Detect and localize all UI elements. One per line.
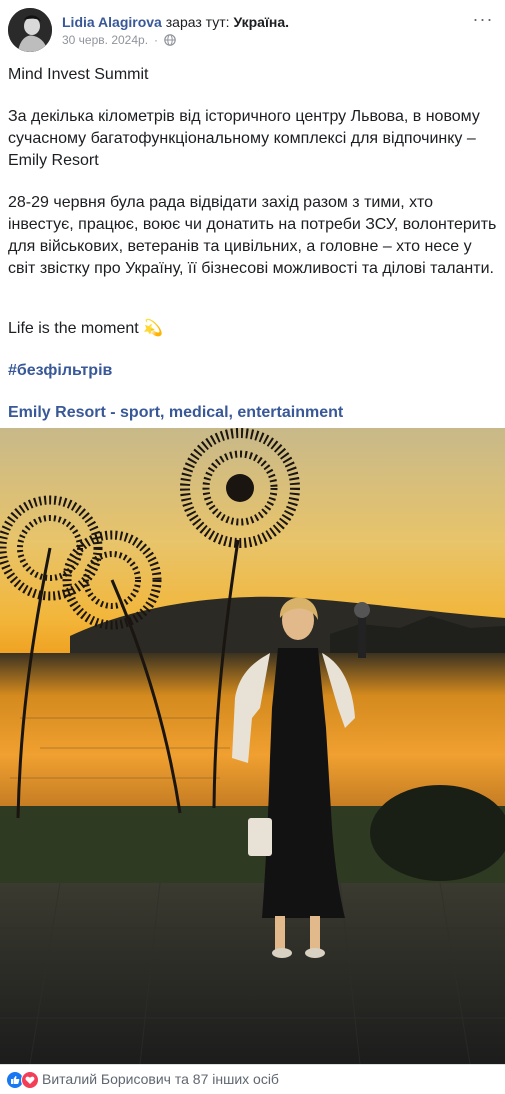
author-avatar[interactable] [8, 8, 52, 52]
sunset-photo [0, 428, 505, 1064]
is-at-text: зараз тут: [165, 14, 230, 30]
post-paragraph-intro: За декілька кілометрів від історичного ц… [8, 108, 480, 169]
post-photo[interactable] [0, 428, 505, 1064]
dizzy-emoji: 💫 [143, 320, 164, 337]
location-link[interactable]: Україна. [233, 14, 289, 30]
author-line: Lidia Alagirova зараз тут: Україна. [62, 13, 289, 31]
more-options-icon[interactable]: ··· [471, 10, 495, 32]
post-paragraph-title: Mind Invest Summit [8, 66, 149, 83]
hashtag-link[interactable]: #безфільтрів [8, 362, 112, 379]
page-link[interactable]: Emily Resort - sport, medical, entertain… [8, 404, 343, 421]
reactors-text[interactable]: Виталий Борисович та 87 інших осіб [42, 1070, 279, 1088]
page-link-line: Emily Resort - sport, medical, entertain… [8, 402, 343, 424]
thumbs-up-glyph [11, 1076, 20, 1084]
globe-icon [164, 34, 176, 46]
hashtag-line: #безфільтрів [8, 360, 112, 382]
post-paragraph-event: 28-29 червня була рада відвідати захід р… [8, 194, 497, 277]
reaction-icons[interactable] [6, 1071, 39, 1089]
life-text: Life is the moment [8, 320, 139, 337]
heart-glyph [25, 1076, 35, 1084]
meta-separator: · [154, 33, 159, 47]
post-paragraph-life: Life is the moment 💫 [8, 318, 163, 340]
love-icon [21, 1071, 39, 1089]
post-date[interactable]: 30 черв. 2024р. [62, 33, 148, 47]
reactions-bar: Виталий Борисович та 87 інших осіб [0, 1064, 505, 1094]
avatar-image [8, 8, 52, 52]
post-header: Lidia Alagirova зараз тут: Україна. 30 ч… [0, 0, 505, 60]
author-name[interactable]: Lidia Alagirova [62, 14, 162, 30]
post-meta: 30 черв. 2024р. · [62, 33, 176, 47]
